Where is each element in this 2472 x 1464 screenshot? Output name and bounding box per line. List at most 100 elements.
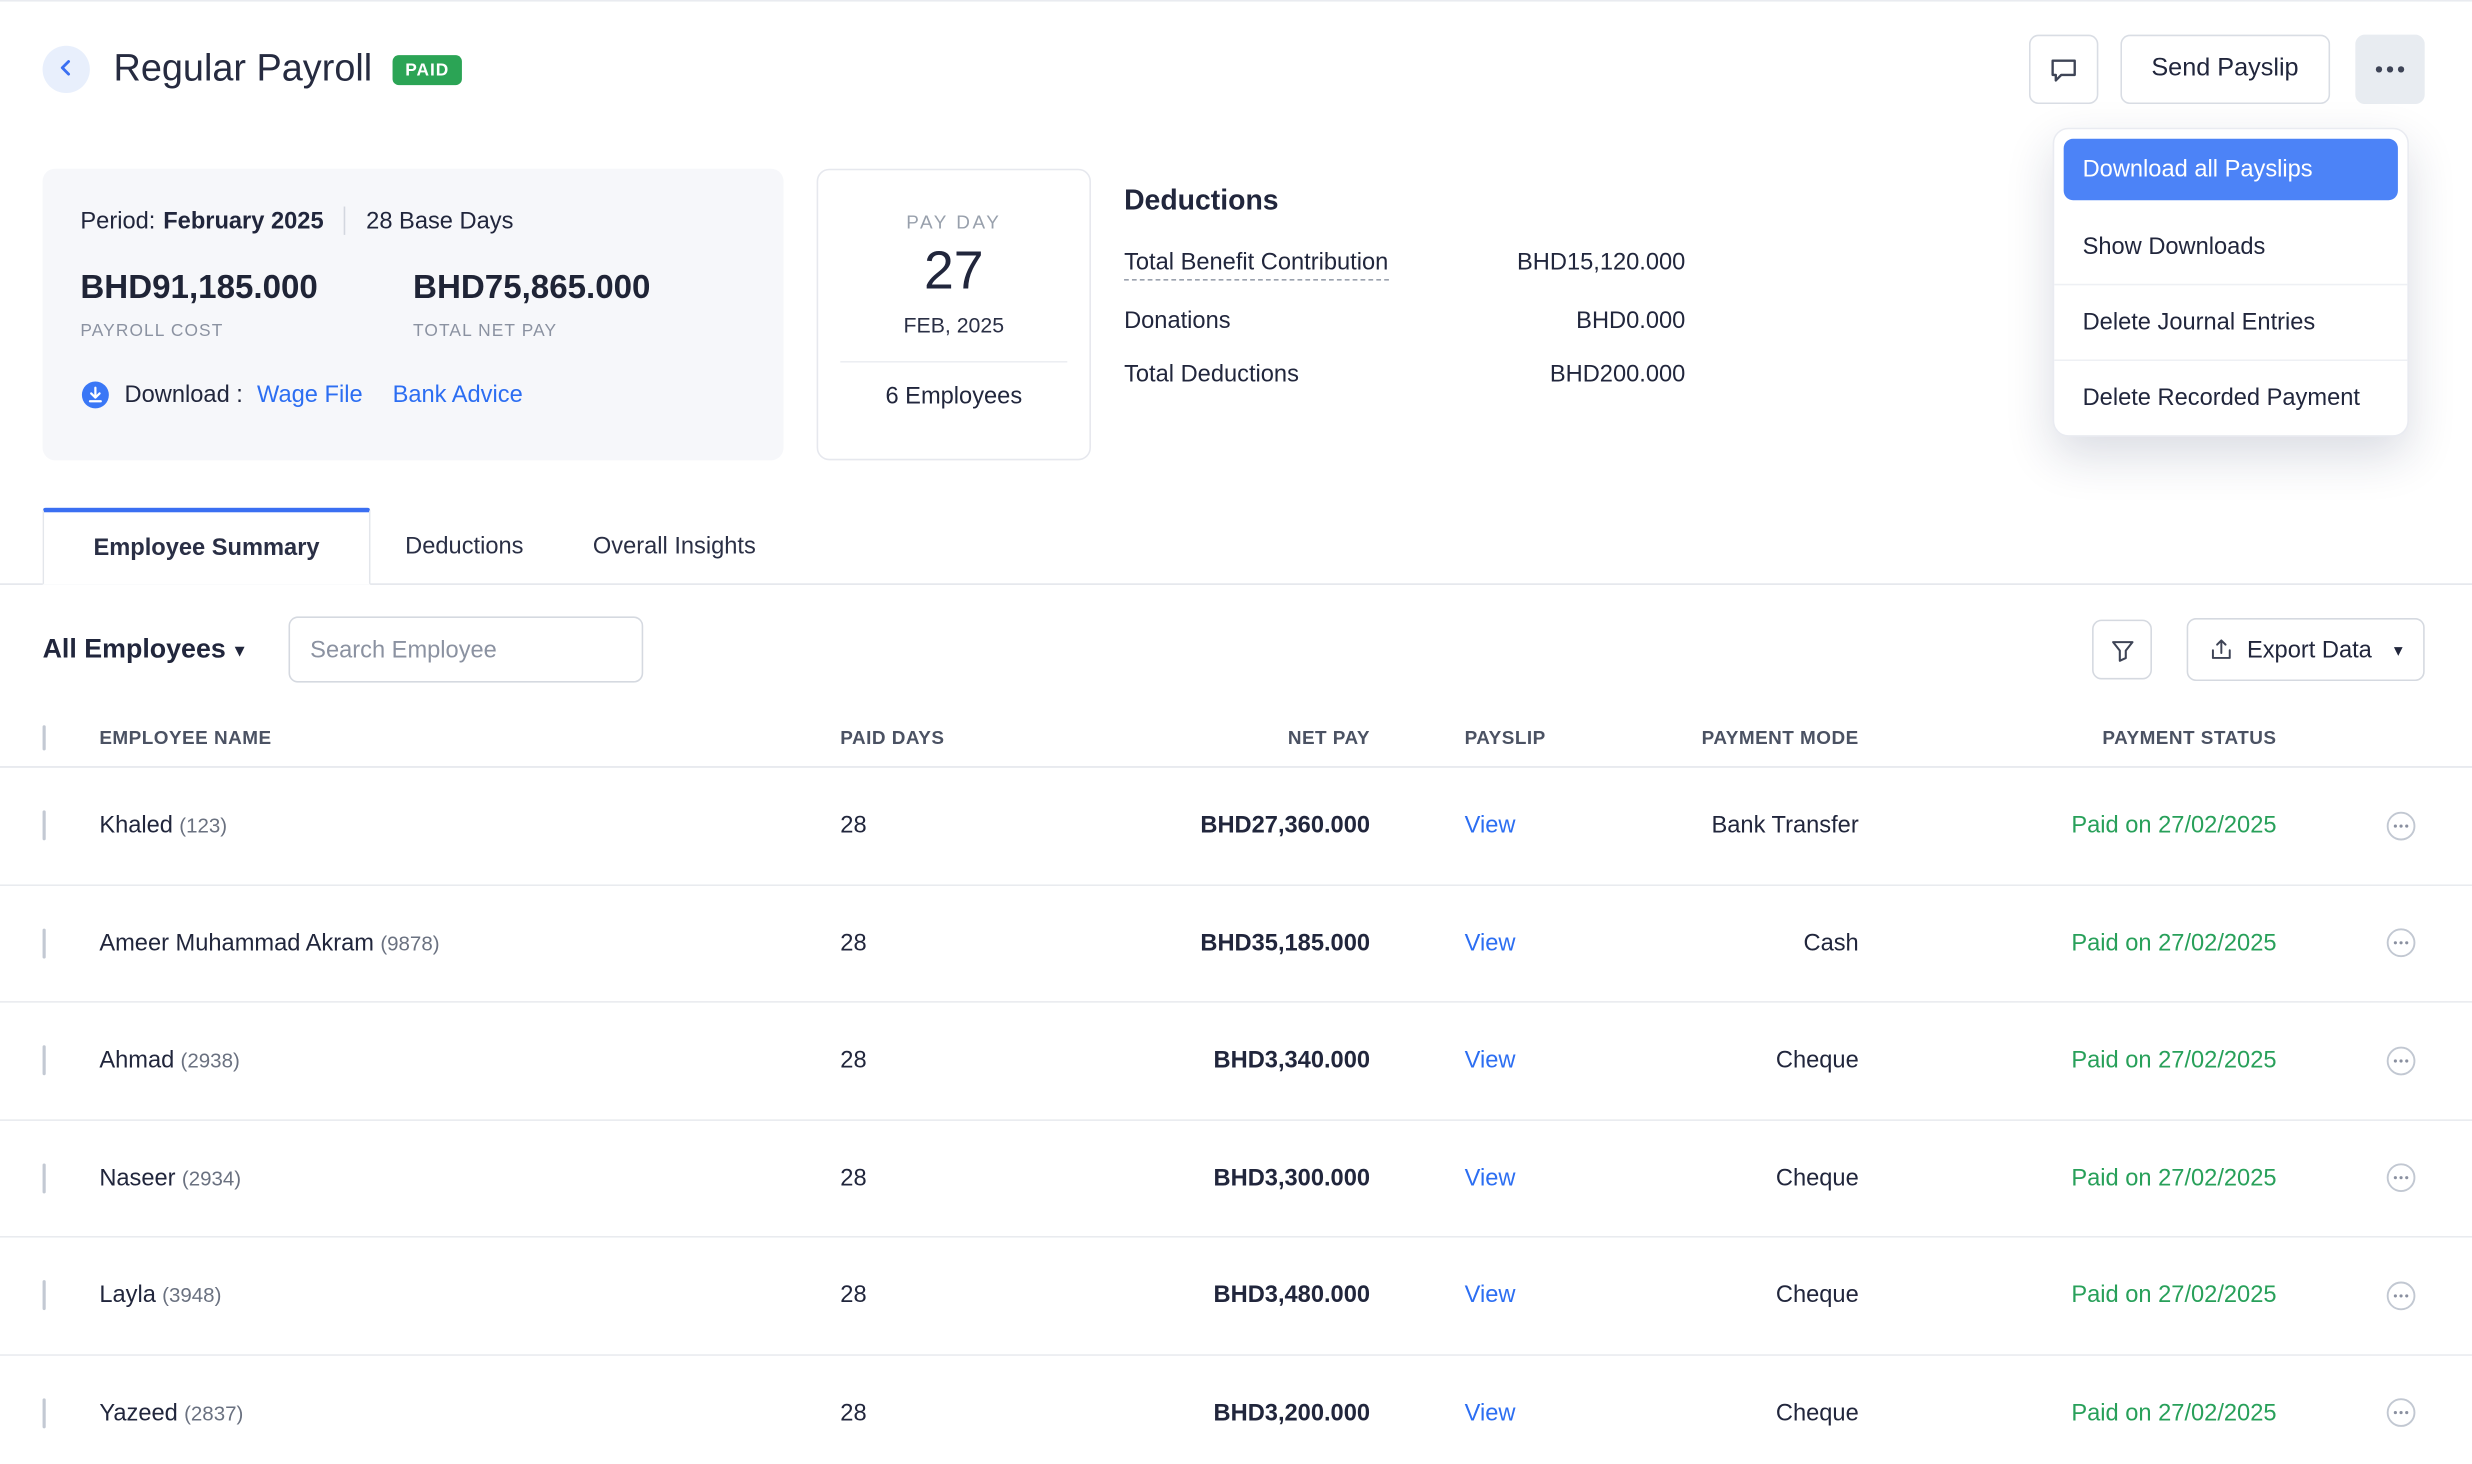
- table-row: Yazeed(2837) 28 BHD3,200.000 View Cheque…: [0, 1355, 2472, 1464]
- more-options-button[interactable]: [2355, 35, 2424, 104]
- employee-name[interactable]: Ahmad: [99, 1047, 174, 1074]
- payment-mode: Cash: [1638, 930, 1859, 957]
- view-payslip-link[interactable]: View: [1465, 930, 1516, 957]
- payment-mode: Cheque: [1638, 1165, 1859, 1192]
- paid-days: 28: [840, 930, 1013, 957]
- row-checkbox[interactable]: [43, 928, 46, 958]
- total-deductions-label: Total Deductions: [1124, 361, 1299, 388]
- row-menu-button[interactable]: [2385, 927, 2417, 959]
- row-checkbox[interactable]: [43, 1046, 46, 1076]
- export-data-button[interactable]: Export Data ▾: [2187, 618, 2425, 681]
- ellipsis-icon: [2376, 66, 2382, 72]
- payment-mode: Cheque: [1638, 1047, 1859, 1074]
- bank-advice-link[interactable]: Bank Advice: [393, 382, 523, 409]
- menu-item-download-all-payslips[interactable]: Download all Payslips: [2064, 139, 2398, 200]
- col-payslip: PAYSLIP: [1370, 726, 1638, 748]
- view-payslip-link[interactable]: View: [1465, 1400, 1516, 1427]
- export-icon: [2209, 637, 2234, 662]
- employee-name[interactable]: Layla: [99, 1282, 156, 1309]
- benefit-contribution-value: BHD15,120.000: [1517, 249, 1685, 276]
- menu-item-delete-journal-entries[interactable]: Delete Journal Entries: [2054, 284, 2407, 360]
- employee-id: (2938): [181, 1049, 240, 1073]
- menu-item-delete-recorded-payment[interactable]: Delete Recorded Payment: [2054, 359, 2407, 435]
- payroll-cost-value: BHD91,185.000: [80, 270, 413, 308]
- divider: [344, 207, 346, 235]
- speech-bubble-icon: [2047, 54, 2079, 86]
- employee-id: (3948): [162, 1284, 221, 1308]
- tab-deductions[interactable]: Deductions: [370, 508, 558, 584]
- table-header-row: EMPLOYEE NAME PAID DAYS NET PAY PAYSLIP …: [0, 708, 2472, 768]
- col-employee-name: EMPLOYEE NAME: [99, 726, 840, 748]
- period-label: Period:: [80, 207, 155, 234]
- row-menu-button[interactable]: [2385, 1045, 2417, 1077]
- payment-status: Paid on 27/02/2025: [1859, 1047, 2277, 1074]
- row-checkbox[interactable]: [43, 1163, 46, 1193]
- ellipsis-circle-icon: [2385, 810, 2417, 842]
- col-paid-days: PAID DAYS: [840, 726, 1013, 748]
- deduction-row: Total Benefit Contribution BHD15,120.000: [1124, 249, 1685, 281]
- pay-day-month: FEB, 2025: [840, 314, 1067, 338]
- view-payslip-link[interactable]: View: [1465, 812, 1516, 839]
- view-payslip-link[interactable]: View: [1465, 1282, 1516, 1309]
- net-pay-block: BHD75,865.000 TOTAL NET PAY: [413, 270, 746, 341]
- tab-overall-insights[interactable]: Overall Insights: [558, 508, 790, 584]
- employee-name[interactable]: Ameer Muhammad Akram: [99, 930, 374, 957]
- deductions-title: Deductions: [1124, 184, 1685, 217]
- back-button[interactable]: [43, 46, 90, 93]
- employee-filter-label: All Employees: [43, 634, 226, 666]
- download-row: Download : Wage File Bank Advice: [80, 380, 745, 410]
- net-pay: BHD3,480.000: [1014, 1282, 1370, 1309]
- col-payment-status: PAYMENT STATUS: [1859, 726, 2277, 748]
- employee-count: 6 Employees: [840, 383, 1067, 410]
- download-label: Download :: [125, 382, 243, 409]
- payment-status: Paid on 27/02/2025: [1859, 1165, 2277, 1192]
- row-menu-button[interactable]: [2385, 1397, 2417, 1429]
- row-menu-button[interactable]: [2385, 1280, 2417, 1312]
- row-checkbox[interactable]: [43, 811, 46, 841]
- benefit-contribution-label[interactable]: Total Benefit Contribution: [1124, 249, 1388, 281]
- view-payslip-link[interactable]: View: [1465, 1047, 1516, 1074]
- search-employee-input[interactable]: [310, 636, 624, 663]
- employee-id: (2837): [184, 1401, 243, 1425]
- select-all-checkbox[interactable]: [43, 724, 46, 749]
- menu-item-show-downloads[interactable]: Show Downloads: [2054, 210, 2407, 284]
- detail-tabs: Employee Summary Deductions Overall Insi…: [0, 508, 2472, 585]
- col-payment-mode: PAYMENT MODE: [1638, 726, 1859, 748]
- donations-value: BHD0.000: [1576, 307, 1685, 334]
- donations-label: Donations: [1124, 307, 1230, 334]
- view-payslip-link[interactable]: View: [1465, 1165, 1516, 1192]
- tab-employee-summary[interactable]: Employee Summary: [43, 508, 371, 585]
- paid-days: 28: [840, 812, 1013, 839]
- total-deductions-value: BHD200.000: [1550, 361, 1685, 388]
- employee-id: (2934): [182, 1166, 241, 1190]
- send-payslip-button[interactable]: Send Payslip: [2120, 35, 2330, 104]
- employee-name[interactable]: Naseer: [99, 1165, 175, 1192]
- status-badge: PAID: [393, 54, 462, 84]
- employee-id: (9878): [380, 931, 439, 955]
- employee-name[interactable]: Khaled: [99, 812, 173, 839]
- row-menu-button[interactable]: [2385, 1162, 2417, 1194]
- net-pay: BHD3,300.000: [1014, 1165, 1370, 1192]
- deduction-row: Donations BHD0.000: [1124, 307, 1685, 334]
- employee-filter-dropdown[interactable]: All Employees ▾: [43, 634, 244, 666]
- caret-down-icon: ▾: [2394, 639, 2403, 659]
- pay-day-date: 27: [840, 241, 1067, 302]
- row-menu-button[interactable]: [2385, 810, 2417, 842]
- ellipsis-circle-icon: [2385, 927, 2417, 959]
- wage-file-link[interactable]: Wage File: [257, 382, 363, 409]
- pay-day-label: PAY DAY: [840, 211, 1067, 233]
- ellipsis-circle-icon: [2385, 1280, 2417, 1312]
- comment-button[interactable]: [2028, 35, 2097, 104]
- payment-mode: Bank Transfer: [1638, 812, 1859, 839]
- employee-name[interactable]: Yazeed: [99, 1400, 177, 1427]
- page-title: Regular Payroll: [114, 47, 373, 91]
- payment-mode: Cheque: [1638, 1400, 1859, 1427]
- ellipsis-circle-icon: [2385, 1397, 2417, 1429]
- net-pay: BHD3,340.000: [1014, 1047, 1370, 1074]
- row-checkbox[interactable]: [43, 1398, 46, 1428]
- payment-mode: Cheque: [1638, 1282, 1859, 1309]
- search-employee-select[interactable]: [288, 616, 643, 682]
- export-data-label: Export Data: [2247, 636, 2372, 663]
- row-checkbox[interactable]: [43, 1281, 46, 1311]
- filter-button[interactable]: [2092, 620, 2152, 680]
